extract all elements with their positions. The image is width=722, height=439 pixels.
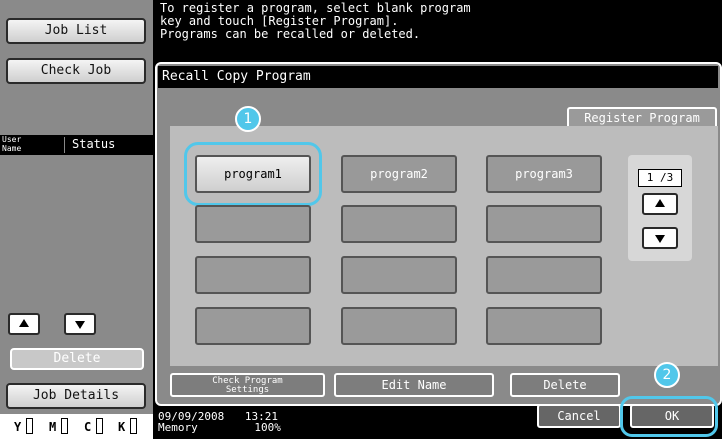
arrow-down-icon bbox=[655, 235, 665, 243]
check-program-settings-button[interactable]: Check Program Settings bbox=[170, 373, 325, 397]
toner-letter: K bbox=[118, 420, 126, 434]
arrow-up-icon bbox=[655, 199, 665, 207]
blank-program-key[interactable] bbox=[341, 256, 457, 294]
program-key-2[interactable]: program2 bbox=[341, 155, 457, 193]
toner-level-bar bbox=[96, 418, 103, 434]
toner-indicator: Y M C K bbox=[0, 414, 153, 439]
job-list-button[interactable]: Job List bbox=[6, 18, 146, 44]
toner-letter: Y bbox=[14, 420, 22, 434]
job-details-button[interactable]: Job Details bbox=[6, 383, 146, 409]
page-down-button[interactable] bbox=[642, 227, 678, 249]
scroll-down-button[interactable] bbox=[64, 313, 96, 335]
program-key-3[interactable]: program3 bbox=[486, 155, 602, 193]
page-navigator: 1 /3 bbox=[628, 155, 692, 261]
callout-marker: 2 bbox=[654, 362, 680, 388]
status-bar: 09/09/2008 13:21 Memory 100% bbox=[158, 411, 458, 433]
arrow-down-icon bbox=[75, 321, 85, 329]
page-indicator: 1 /3 bbox=[638, 169, 682, 187]
blank-program-key[interactable] bbox=[486, 256, 602, 294]
toner-level-bar bbox=[61, 418, 68, 434]
check-job-button[interactable]: Check Job bbox=[6, 58, 146, 84]
delete-program-button[interactable]: Delete bbox=[510, 373, 620, 397]
blank-program-key[interactable] bbox=[341, 205, 457, 243]
memory-value: 100% bbox=[254, 421, 281, 434]
dialog-title: Recall Copy Program bbox=[158, 66, 718, 88]
scroll-up-button[interactable] bbox=[8, 313, 40, 335]
user-name-header: User Name bbox=[2, 135, 22, 153]
instruction-message: To register a program, select blank prog… bbox=[160, 1, 471, 41]
job-list-header: User Name Status bbox=[0, 135, 153, 155]
job-delete-button[interactable]: Delete bbox=[10, 348, 144, 370]
blank-program-key[interactable] bbox=[486, 307, 602, 345]
toner-level-bar bbox=[26, 418, 33, 434]
blank-program-key[interactable] bbox=[341, 307, 457, 345]
blank-program-key[interactable] bbox=[486, 205, 602, 243]
header-divider bbox=[64, 137, 65, 153]
blank-program-key[interactable] bbox=[195, 205, 311, 243]
toner-letter: M bbox=[49, 420, 57, 434]
toner-level-bar bbox=[130, 418, 137, 434]
toner-letter: C bbox=[84, 420, 92, 434]
callout-marker: 1 bbox=[235, 106, 261, 132]
edit-name-button[interactable]: Edit Name bbox=[334, 373, 494, 397]
cancel-button[interactable]: Cancel bbox=[537, 404, 621, 428]
memory-label: Memory bbox=[158, 421, 198, 434]
page-up-button[interactable] bbox=[642, 193, 678, 215]
arrow-up-icon bbox=[19, 319, 29, 327]
blank-program-key[interactable] bbox=[195, 307, 311, 345]
status-header: Status bbox=[72, 137, 116, 151]
program-key-1[interactable]: program1 bbox=[195, 155, 311, 193]
blank-program-key[interactable] bbox=[195, 256, 311, 294]
ok-button[interactable]: OK bbox=[630, 404, 714, 428]
